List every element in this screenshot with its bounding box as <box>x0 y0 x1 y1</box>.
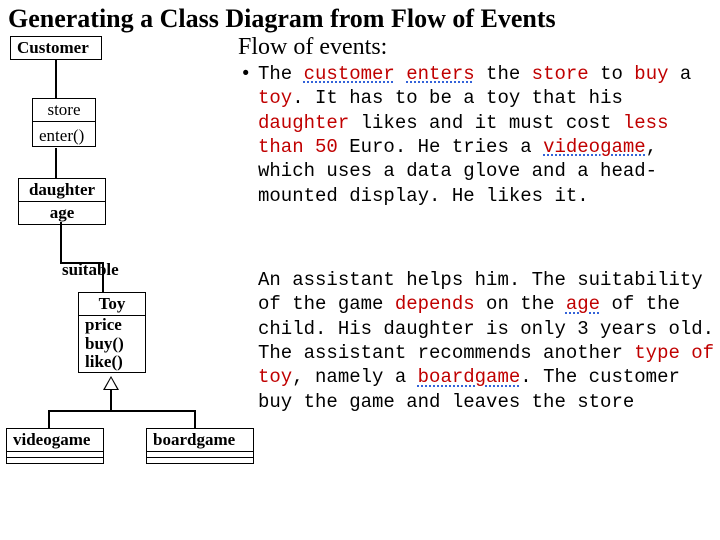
generalization-arrow-icon <box>103 376 119 390</box>
flow-paragraph-1: • The customer enters the store to buy a… <box>240 62 718 208</box>
hl-daughter: daughter <box>258 112 349 134</box>
class-attr: price <box>79 315 145 335</box>
assoc-line <box>55 148 57 178</box>
assoc-label-suitable: suitable <box>62 260 119 280</box>
assoc-line <box>55 60 57 98</box>
class-daughter: daughter age <box>18 178 106 225</box>
assoc-line <box>60 222 62 262</box>
t: likes and it must cost <box>349 112 623 134</box>
gen-line <box>194 410 196 428</box>
class-videogame: videogame <box>6 428 104 464</box>
class-toy: Toy price buy() like() <box>78 292 146 373</box>
flow-paragraph-2: An assistant helps him. The suitability … <box>258 268 718 414</box>
class-name: daughter <box>19 179 105 201</box>
t: on the <box>475 293 566 315</box>
class-customer: Customer <box>10 36 102 60</box>
class-op: like() <box>79 353 145 372</box>
class-store: store enter() <box>32 98 96 147</box>
hl-toy: toy <box>258 87 292 109</box>
gen-line <box>48 410 50 428</box>
class-name: Customer <box>11 37 101 59</box>
t: a <box>669 63 692 85</box>
t: . It has to be a toy that his <box>292 87 623 109</box>
hl-age: age <box>566 293 600 315</box>
t: , namely a <box>292 366 417 388</box>
gen-line <box>48 410 196 412</box>
class-name: videogame <box>7 429 103 451</box>
hl-buy: buy <box>634 63 668 85</box>
bullet-icon: • <box>240 62 258 208</box>
class-attr: age <box>19 201 105 224</box>
class-name: store <box>33 99 95 121</box>
hl-boardgame: boardgame <box>418 366 521 388</box>
t <box>395 63 406 85</box>
hl-videogame: videogame <box>543 136 646 158</box>
hl-depends: depends <box>395 293 475 315</box>
t: The <box>258 63 304 85</box>
t: Euro. He tries a <box>338 136 543 158</box>
gen-line <box>110 390 112 410</box>
class-boardgame: boardgame <box>146 428 254 464</box>
class-op: enter() <box>33 127 95 146</box>
t: the <box>475 63 532 85</box>
class-name: Toy <box>79 293 145 315</box>
page-title: Generating a Class Diagram from Flow of … <box>8 4 556 34</box>
flow-header: Flow of events: <box>238 34 387 61</box>
class-name: boardgame <box>147 429 253 451</box>
class-op: buy() <box>79 335 145 354</box>
hl-customer: customer <box>304 63 395 85</box>
hl-store: store <box>532 63 589 85</box>
t: to <box>589 63 635 85</box>
hl-enters: enters <box>406 63 474 85</box>
